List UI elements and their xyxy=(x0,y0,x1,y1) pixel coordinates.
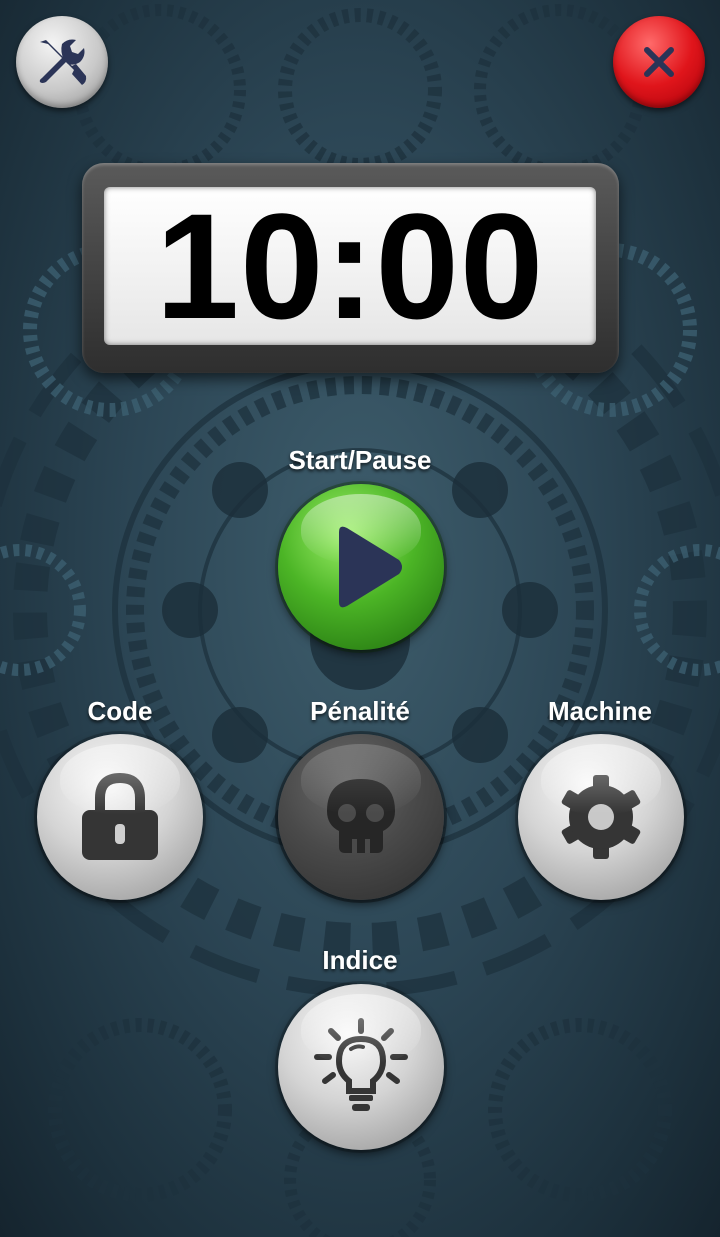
machine-label: Machine xyxy=(547,696,653,726)
machine-button[interactable] xyxy=(518,734,684,900)
skull-icon xyxy=(327,779,395,853)
lock-icon xyxy=(82,772,158,860)
timer-frame: 10:00 xyxy=(82,163,619,373)
close-icon xyxy=(644,47,674,77)
tools-button[interactable] xyxy=(16,16,108,108)
timer-screen: 10:00 xyxy=(104,187,596,345)
lightbulb-icon xyxy=(314,1018,408,1111)
penalty-button[interactable] xyxy=(278,734,444,900)
hint-button[interactable] xyxy=(278,984,444,1150)
play-icon xyxy=(339,526,402,608)
gear-icon xyxy=(561,775,641,859)
start-pause-button[interactable] xyxy=(278,484,444,650)
timer-display: 10:00 xyxy=(155,182,545,350)
tools-icon xyxy=(39,39,87,85)
code-label: Code xyxy=(87,696,153,726)
close-button[interactable] xyxy=(613,16,705,108)
code-button[interactable] xyxy=(37,734,203,900)
start-pause-label: Start/Pause xyxy=(288,445,432,475)
penalty-label: Pénalité xyxy=(310,696,410,726)
hint-label: Indice xyxy=(322,945,398,975)
